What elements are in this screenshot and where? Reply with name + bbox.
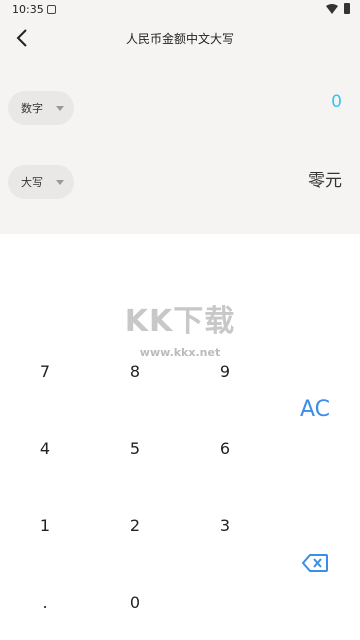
input-mode-dropdown[interactable]: 数字 [8, 91, 74, 125]
key-1[interactable]: 1 [10, 500, 80, 550]
output-mode-label: 大写 [21, 176, 43, 189]
key-decimal[interactable]: . [10, 577, 80, 627]
key-4[interactable]: 4 [10, 423, 80, 473]
page-title: 人民币金额中文大写 [125, 32, 234, 46]
output-value: 零元 [308, 171, 342, 191]
status-icons [326, 3, 350, 14]
status-bar: 10:35 [0, 0, 360, 20]
status-time: 10:35 [12, 3, 44, 16]
key-0[interactable]: 0 [100, 577, 170, 627]
key-3[interactable]: 3 [190, 500, 260, 550]
conversion-panel: 数字 0 大写 零元 [0, 56, 360, 234]
backspace-icon [302, 554, 328, 572]
input-value: 0 [331, 92, 342, 112]
app-bar: 人民币金额中文大写 [0, 20, 360, 56]
key-5[interactable]: 5 [100, 423, 170, 473]
key-6[interactable]: 6 [190, 423, 260, 473]
watermark-logo: KK下载 [124, 304, 236, 339]
output-mode-dropdown[interactable]: 大写 [8, 165, 74, 199]
wifi-icon [326, 3, 338, 14]
battery-icon [344, 3, 350, 14]
key-9[interactable]: 9 [190, 346, 260, 396]
clear-button[interactable]: AC [280, 384, 350, 434]
notification-icon [47, 5, 56, 14]
key-2[interactable]: 2 [100, 500, 170, 550]
backspace-button[interactable] [280, 538, 350, 588]
input-mode-label: 数字 [21, 102, 43, 115]
key-8[interactable]: 8 [100, 346, 170, 396]
dropdown-caret-icon [56, 106, 64, 111]
key-7[interactable]: 7 [10, 346, 80, 396]
dropdown-caret-icon [56, 180, 64, 185]
